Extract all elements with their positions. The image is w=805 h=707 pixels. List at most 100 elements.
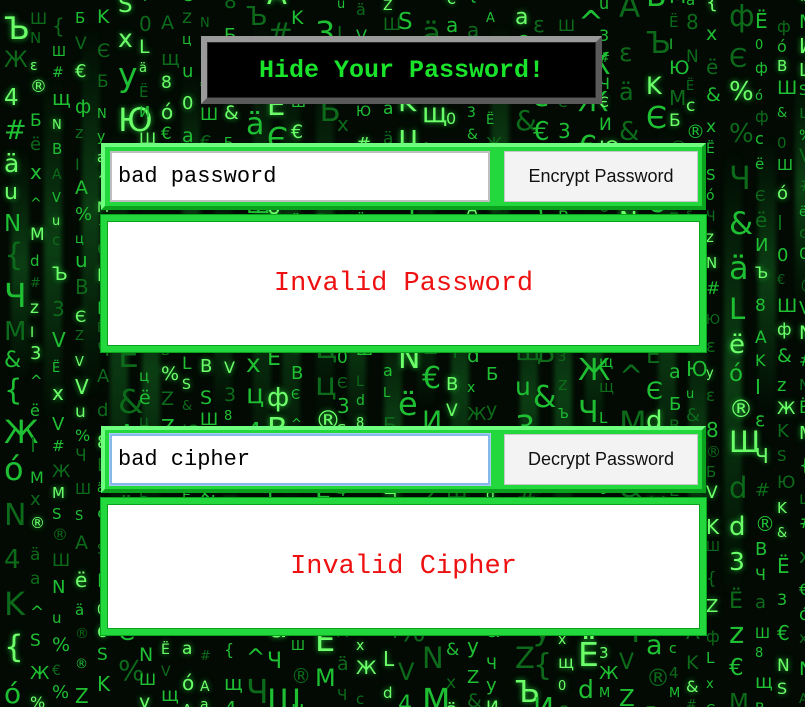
matrix-glyph: A: [200, 679, 210, 695]
matrix-glyph: %: [75, 204, 93, 225]
matrix-glyph: N: [686, 47, 699, 67]
matrix-glyph: Ч: [755, 444, 769, 468]
matrix-glyph: &: [533, 380, 557, 415]
matrix-glyph: ц: [246, 379, 265, 410]
matrix-glyph: V: [619, 650, 635, 675]
matrix-glyph: a: [755, 592, 767, 613]
matrix-glyph: S: [777, 447, 787, 465]
matrix-glyph: &: [467, 690, 482, 707]
matrix-glyph: Ю: [777, 473, 796, 493]
matrix-glyph: L: [729, 292, 746, 326]
matrix-glyph: N: [52, 118, 62, 133]
matrix-glyph: 3: [337, 394, 350, 418]
matrix-glyph: ó: [729, 361, 744, 387]
matrix-glyph: %: [799, 129, 805, 143]
matrix-glyph: Ë: [161, 642, 170, 658]
matrix-glyph: Є: [291, 388, 301, 403]
matrix-glyph: 0: [337, 348, 348, 368]
matrix-glyph: Ë: [777, 554, 790, 578]
matrix-glyph: S: [182, 377, 191, 393]
matrix-glyph: у: [139, 691, 151, 707]
matrix-glyph: ё: [30, 401, 40, 420]
matrix-glyph: x: [118, 24, 133, 53]
matrix-glyph: 3: [224, 384, 237, 406]
cipher-input[interactable]: [110, 434, 490, 485]
matrix-glyph: 4: [398, 692, 412, 707]
matrix-glyph: a: [30, 569, 41, 589]
matrix-glyph: A: [486, 11, 495, 26]
matrix-glyph: S: [398, 9, 413, 35]
matrix-glyph: Ч: [267, 649, 283, 674]
matrix-glyph: ё: [729, 330, 745, 360]
matrix-glyph: V: [799, 147, 805, 166]
matrix-glyph: 3: [52, 297, 65, 321]
matrix-glyph: L: [599, 409, 608, 427]
matrix-glyph: Ч: [75, 446, 87, 466]
matrix-glyph: ó: [777, 37, 787, 56]
matrix-glyph: 4: [139, 0, 148, 4]
decrypt-password-button[interactable]: Decrypt Password: [504, 434, 698, 485]
matrix-glyph: x: [446, 673, 457, 693]
matrix-glyph: у: [97, 129, 106, 145]
matrix-glyph: 3: [30, 343, 42, 364]
matrix-glyph: €: [777, 621, 790, 645]
password-input[interactable]: [110, 151, 490, 202]
matrix-glyph: #: [52, 437, 65, 455]
matrix-glyph: ε: [755, 409, 766, 431]
matrix-glyph: d: [356, 393, 365, 409]
matrix-glyph: A: [75, 177, 88, 199]
matrix-glyph: x: [467, 380, 476, 396]
matrix-glyph: Ë: [52, 361, 61, 376]
matrix-glyph: N: [799, 376, 805, 394]
matrix-glyph: S: [97, 645, 108, 665]
matrix-glyph: M: [599, 686, 611, 701]
matrix-glyph: #: [686, 698, 697, 707]
matrix-glyph: ®: [75, 657, 88, 672]
decrypt-panel: Decrypt Password: [101, 426, 706, 493]
matrix-glyph: у: [486, 399, 498, 421]
matrix-glyph: Ж: [599, 663, 619, 684]
matrix-glyph: Z: [161, 388, 175, 410]
matrix-glyph: d: [97, 400, 109, 421]
matrix-glyph: &: [686, 405, 701, 426]
matrix-glyph: ф: [755, 59, 768, 77]
matrix-glyph: a: [686, 0, 696, 9]
matrix-glyph: Ш: [30, 9, 48, 28]
matrix-glyph: u: [686, 387, 695, 402]
matrix-glyph: S: [200, 387, 213, 409]
matrix-glyph: 8: [182, 0, 195, 4]
matrix-glyph: €: [291, 121, 304, 143]
matrix-glyph: V: [799, 300, 805, 318]
matrix-glyph: K: [777, 499, 787, 517]
matrix-glyph: Ш: [52, 45, 66, 60]
matrix-glyph: L: [182, 354, 192, 374]
matrix-glyph: #: [799, 174, 805, 194]
matrix-glyph: V: [398, 658, 415, 686]
matrix-glyph: z: [533, 0, 545, 5]
matrix-glyph: %: [75, 426, 91, 445]
matrix-glyph: ц: [315, 365, 337, 403]
matrix-glyph: ®: [799, 276, 805, 296]
matrix-glyph: L: [139, 36, 150, 58]
matrix-glyph: &: [619, 117, 640, 147]
matrix-glyph: #: [30, 276, 41, 291]
matrix-glyph: x: [706, 117, 717, 137]
matrix-glyph: %: [161, 363, 180, 385]
matrix-glyph: Z: [75, 329, 84, 344]
matrix-glyph: Ч: [246, 672, 269, 707]
matrix-glyph: Ж: [30, 663, 50, 684]
matrix-glyph: Ъ: [4, 11, 30, 47]
matrix-glyph: щ: [161, 684, 179, 706]
matrix-glyph: x: [30, 489, 41, 510]
matrix-glyph: {: [4, 237, 24, 273]
matrix-glyph: M: [669, 686, 681, 701]
matrix-glyph: ε: [706, 336, 716, 357]
matrix-glyph: u: [182, 61, 194, 82]
matrix-glyph: ф: [755, 107, 769, 126]
matrix-glyph: #: [52, 65, 64, 81]
matrix-glyph: #: [200, 649, 211, 664]
matrix-glyph: ё: [30, 134, 42, 155]
matrix-glyph: x: [30, 160, 42, 184]
matrix-glyph: I: [75, 155, 80, 174]
encrypt-password-button[interactable]: Encrypt Password: [504, 151, 698, 202]
